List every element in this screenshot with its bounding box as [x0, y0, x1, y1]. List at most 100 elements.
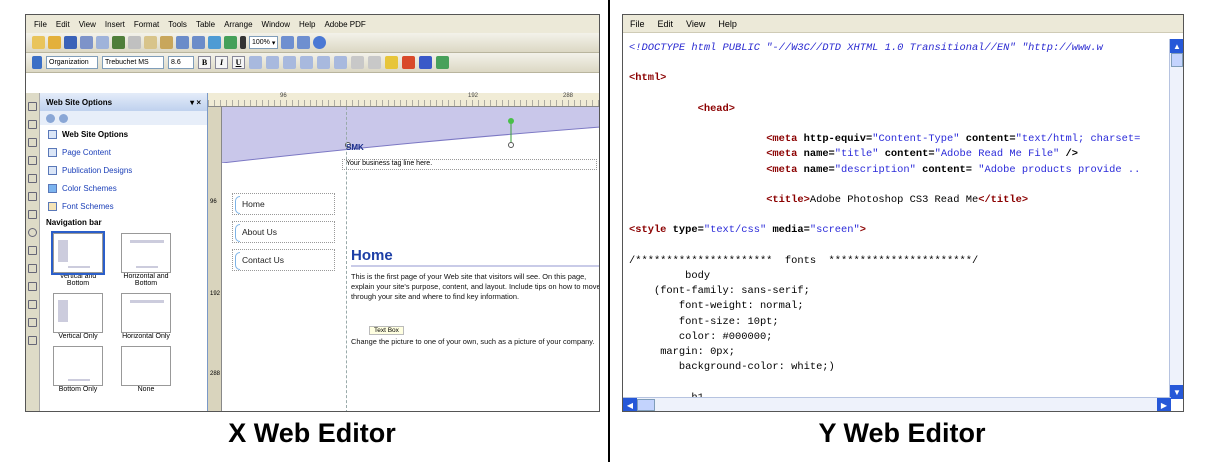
styles-icon[interactable] — [32, 56, 42, 69]
fill-color-icon[interactable] — [385, 56, 398, 69]
horizontal-scrollbar[interactable]: ◀ ▶ — [623, 397, 1171, 411]
shadow-icon[interactable] — [436, 56, 449, 69]
open-icon[interactable] — [48, 36, 61, 49]
scroll-thumb[interactable] — [1171, 53, 1183, 67]
menu-view[interactable]: View — [79, 20, 96, 29]
picture-tool-icon[interactable] — [28, 174, 37, 183]
wordart-tool-icon[interactable] — [28, 156, 37, 165]
size-select[interactable]: 8.6 — [168, 56, 194, 69]
line-color-icon[interactable] — [402, 56, 415, 69]
save-icon[interactable] — [64, 36, 77, 49]
zoom-out-icon[interactable] — [281, 36, 295, 49]
pane-item-color-schemes[interactable]: Color Schemes — [40, 179, 207, 197]
oval-tool-icon[interactable] — [28, 228, 37, 237]
indent-icon[interactable] — [351, 56, 364, 69]
nav-link-contact-us[interactable]: Contact Us — [232, 249, 335, 271]
zoom-select[interactable]: 100% ▾ — [249, 36, 279, 49]
menu-file[interactable]: File — [34, 20, 47, 29]
menu-tools[interactable]: Tools — [168, 20, 187, 29]
menu-adobe-pdf[interactable]: Adobe PDF — [324, 20, 365, 29]
rectangle-tool-icon[interactable] — [28, 246, 37, 255]
redo-icon[interactable] — [192, 36, 205, 49]
pane-item-web-site-options[interactable]: Web Site Options — [40, 125, 207, 143]
outdent-icon[interactable] — [368, 56, 381, 69]
menu-table[interactable]: Table — [196, 20, 215, 29]
paragraph-icon[interactable] — [240, 36, 246, 49]
align-left-icon[interactable] — [249, 56, 262, 69]
font-color-icon[interactable] — [419, 56, 432, 69]
font-select[interactable]: Trebuchet MS — [102, 56, 164, 69]
design-gallery-icon[interactable] — [28, 336, 37, 345]
select-tool-icon[interactable] — [28, 102, 37, 111]
nav-link-about-us[interactable]: About Us — [232, 221, 335, 243]
menu-file[interactable]: File — [630, 19, 645, 29]
bold-button[interactable]: B — [198, 56, 211, 69]
back-icon[interactable] — [46, 113, 55, 123]
menu-help[interactable]: Help — [299, 20, 315, 29]
spelling-icon[interactable] — [112, 36, 125, 49]
align-right-icon[interactable] — [283, 56, 296, 69]
intro-paragraph[interactable]: This is the first page of your Web site … — [351, 272, 599, 302]
objects-toolbar — [26, 93, 40, 411]
insert-table-icon[interactable] — [224, 36, 237, 49]
navbar-option-vertical-only[interactable]: Vertical Only — [48, 293, 108, 340]
menu-arrange[interactable]: Arrange — [224, 20, 252, 29]
line-tool-icon[interactable] — [28, 192, 37, 201]
numbering-icon[interactable] — [317, 56, 330, 69]
hotspot-tool-icon[interactable] — [28, 282, 37, 291]
italic-button[interactable]: I — [215, 56, 228, 69]
scroll-left-icon[interactable]: ◀ — [623, 398, 637, 411]
designs-icon — [48, 165, 57, 175]
menu-help[interactable]: Help — [718, 19, 737, 29]
menu-view[interactable]: View — [686, 19, 705, 29]
print-icon[interactable] — [80, 36, 93, 49]
page-heading[interactable]: Home — [351, 247, 393, 264]
forward-icon[interactable] — [59, 113, 68, 123]
menu-edit[interactable]: Edit — [56, 20, 70, 29]
nav-link-home[interactable]: Home — [232, 193, 335, 215]
navigation-bar-heading: Navigation bar — [46, 217, 102, 227]
justify-icon[interactable] — [300, 56, 313, 69]
menu-window[interactable]: Window — [262, 20, 290, 29]
style-select[interactable]: Organization — [46, 56, 98, 69]
bullets-icon[interactable] — [334, 56, 347, 69]
align-center-icon[interactable] — [266, 56, 279, 69]
undo-icon[interactable] — [176, 36, 189, 49]
tagline-textbox[interactable]: Your business tag line here. — [342, 159, 597, 170]
navbar-option-horizontal-only[interactable]: Horizontal Only — [116, 293, 176, 340]
help-icon[interactable] — [313, 36, 327, 49]
navbar-option-horizontal-bottom[interactable]: Horizontal and Bottom — [116, 233, 176, 287]
html-source-editor[interactable]: <!DOCTYPE html PUBLIC "-//W3C//DTD XHTML… — [629, 41, 1174, 399]
business-name[interactable]: SMK — [346, 143, 364, 152]
menu-format[interactable]: Format — [134, 20, 159, 29]
close-icon[interactable]: ▾ × — [190, 98, 201, 107]
new-icon[interactable] — [32, 36, 45, 49]
navbar-option-bottom-only[interactable]: Bottom Only — [48, 346, 108, 393]
table-tool-icon[interactable] — [28, 138, 37, 147]
pane-item-font-schemes[interactable]: Font Schemes — [40, 197, 207, 215]
text-box-tool-icon[interactable] — [28, 120, 37, 129]
scroll-up-icon[interactable]: ▲ — [1170, 39, 1183, 53]
navbar-option-none[interactable]: None — [116, 346, 176, 393]
zoom-in-icon[interactable] — [297, 36, 311, 49]
pane-item-publication-designs[interactable]: Publication Designs — [40, 161, 207, 179]
cut-icon[interactable] — [128, 36, 141, 49]
scroll-right-icon[interactable]: ▶ — [1157, 398, 1171, 411]
paste-icon[interactable] — [160, 36, 173, 49]
scroll-down-icon[interactable]: ▼ — [1170, 385, 1183, 399]
form-control-icon[interactable] — [28, 300, 37, 309]
html-fragment-icon[interactable] — [28, 318, 37, 327]
autoshapes-tool-icon[interactable] — [28, 264, 37, 273]
arrow-tool-icon[interactable] — [28, 210, 37, 219]
underline-button[interactable]: U — [232, 56, 245, 69]
vertical-scrollbar[interactable]: ▲ ▼ — [1169, 39, 1183, 399]
navbar-option-vertical-bottom[interactable]: Vertical and Bottom — [48, 231, 108, 287]
menu-insert[interactable]: Insert — [105, 20, 125, 29]
pane-item-page-content[interactable]: Page Content — [40, 143, 207, 161]
picture-paragraph[interactable]: Change the picture to one of your own, s… — [351, 337, 599, 347]
menu-edit[interactable]: Edit — [658, 19, 674, 29]
insert-picture-icon[interactable] — [208, 36, 221, 49]
hscroll-thumb[interactable] — [637, 399, 655, 411]
preview-icon[interactable] — [96, 36, 109, 49]
copy-icon[interactable] — [144, 36, 157, 49]
